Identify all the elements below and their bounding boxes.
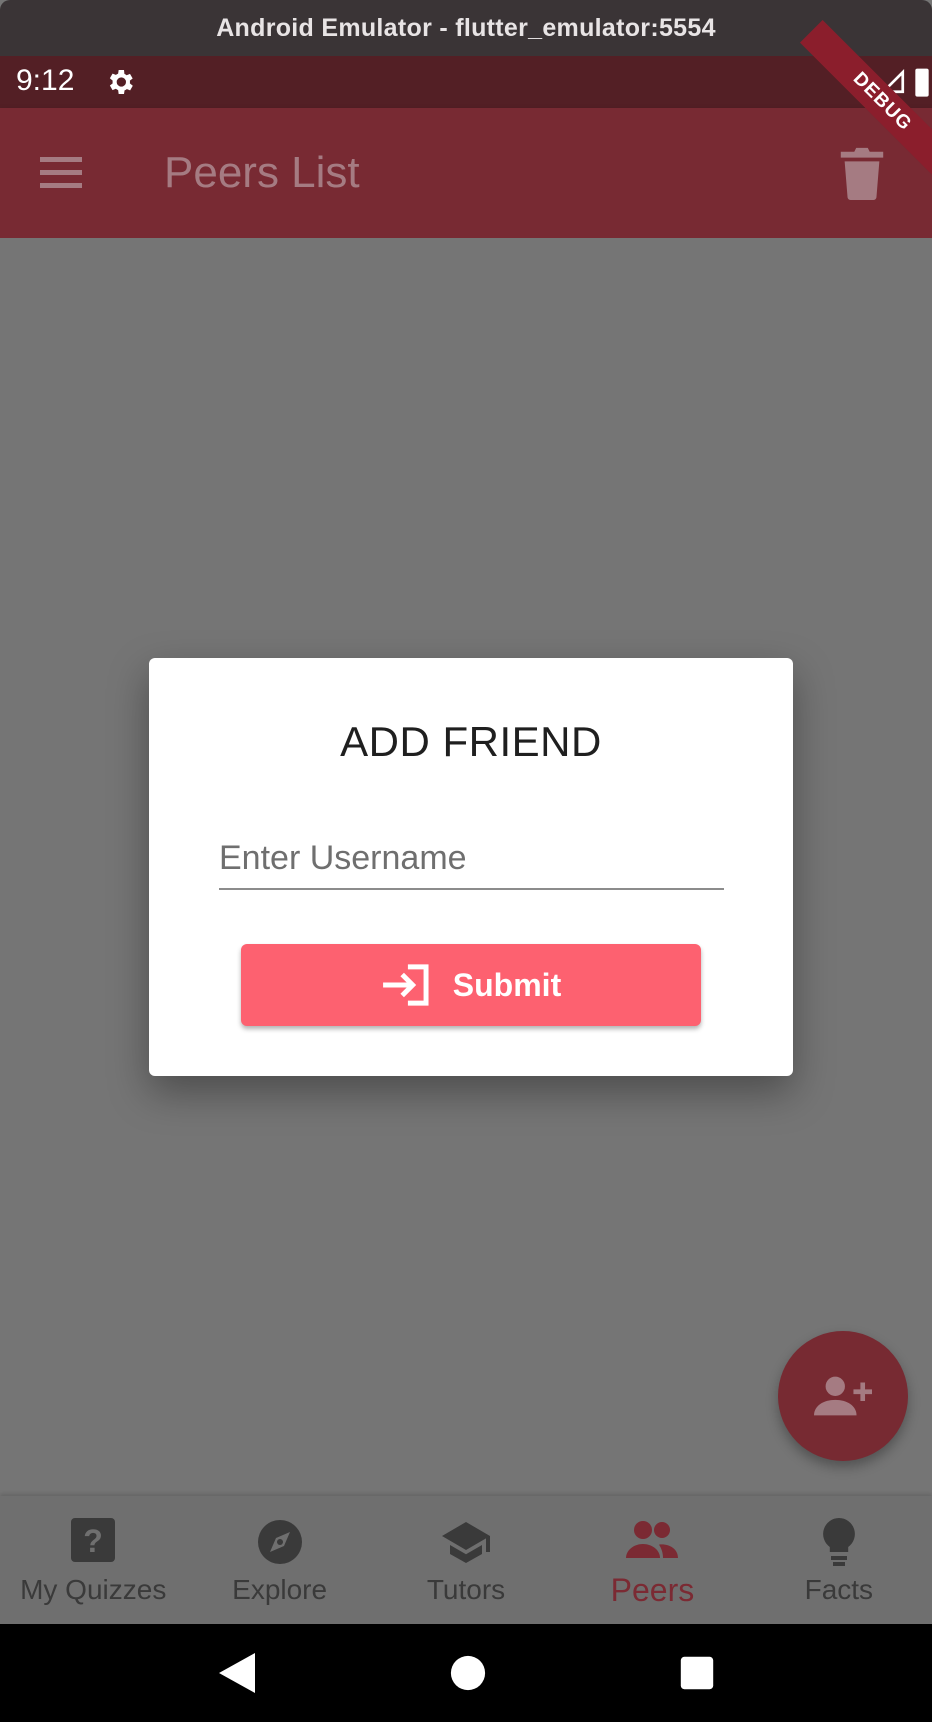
nav-label: Peers [610,1572,695,1608]
page-title: Peers List [164,148,360,197]
nav-label: Explore [232,1574,328,1605]
nav-label: Tutors [426,1574,506,1605]
help-icon: ? [71,1518,116,1562]
window-title: Android Emulator - flutter_emulator:5554 [0,0,932,56]
submit-label: Submit [452,966,562,1003]
compass-icon [257,1520,302,1564]
system-navigation-bar [0,1624,932,1722]
status-time: 9:12 [16,64,75,97]
app-bar: Peers List [0,108,932,238]
login-icon [382,964,429,1006]
person-add-icon [814,1376,872,1416]
nav-item-tutors[interactable]: Tutors [373,1496,559,1624]
nav-item-explore[interactable]: Explore [186,1496,372,1624]
nav-label: Facts [804,1574,874,1605]
school-icon [442,1522,491,1563]
status-bar: 9:12 [0,56,932,108]
lightbulb-icon [822,1518,855,1566]
dialog-title: ADD FRIEND [340,718,602,765]
nav-item-peers[interactable]: Peers [559,1496,745,1624]
bottom-navigation: ? My Quizzes Explore Tutors Peers Facts [0,1496,932,1624]
username-input[interactable] [219,828,724,890]
svg-text:?: ? [83,1523,103,1559]
back-icon[interactable] [217,1651,257,1695]
submit-button[interactable]: Submit [241,944,701,1026]
settings-gear-icon [109,70,133,94]
people-icon [626,1521,679,1558]
add-friend-dialog: ADD FRIEND Submit [149,658,793,1076]
menu-icon[interactable] [38,153,86,193]
nav-item-facts[interactable]: Facts [746,1496,932,1624]
home-icon[interactable] [450,1655,486,1691]
trash-icon[interactable] [838,146,886,200]
add-friend-fab[interactable] [778,1331,908,1461]
nav-label: My Quizzes [20,1574,167,1605]
battery-icon [915,68,929,97]
nav-item-my-quizzes[interactable]: ? My Quizzes [0,1496,186,1624]
recents-icon[interactable] [679,1655,715,1691]
